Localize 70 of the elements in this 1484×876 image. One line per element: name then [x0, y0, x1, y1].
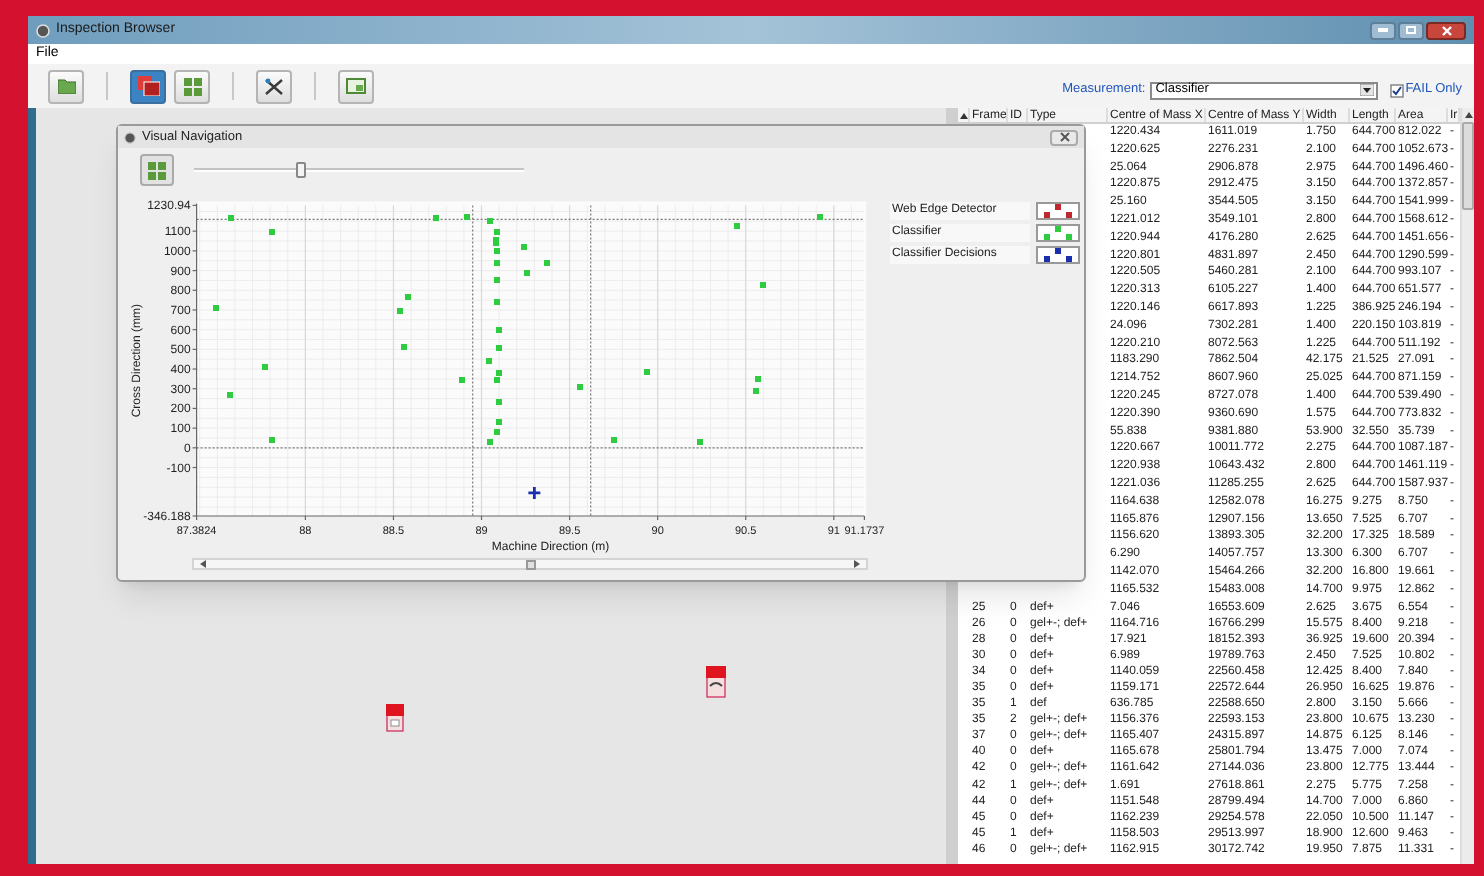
data-point — [464, 214, 471, 221]
window-icon — [346, 78, 366, 94]
checkbox[interactable] — [1389, 83, 1404, 97]
data-point — [526, 485, 542, 501]
data-point — [228, 215, 235, 222]
legend-swatch[interactable] — [1036, 246, 1080, 264]
close-button[interactable] — [1050, 129, 1078, 145]
data-point — [459, 377, 466, 384]
close-button[interactable] — [1426, 21, 1466, 39]
data-point — [577, 384, 584, 391]
grid-view-button[interactable] — [140, 154, 174, 186]
data-point — [494, 429, 501, 436]
data-point — [496, 399, 503, 406]
maximize-button[interactable] — [1398, 21, 1424, 39]
sort-arrow-icon[interactable] — [959, 111, 967, 119]
document-icon[interactable] — [706, 666, 726, 698]
data-point — [261, 363, 268, 370]
data-point — [753, 387, 760, 394]
data-point — [496, 326, 503, 333]
data-point — [755, 375, 762, 382]
data-point — [496, 419, 503, 426]
data-point — [520, 243, 527, 250]
data-point — [696, 439, 703, 446]
scroll-left-icon[interactable] — [200, 560, 206, 568]
scrollbar-thumb[interactable] — [525, 559, 535, 569]
data-point — [397, 307, 404, 314]
data-point — [496, 345, 503, 352]
data-point — [404, 294, 411, 301]
data-point — [524, 270, 531, 277]
folder-icon — [57, 78, 75, 94]
data-point — [494, 299, 501, 306]
minimize-icon — [1378, 28, 1388, 32]
horizontal-scrollbar[interactable] — [192, 558, 868, 570]
scroll-right-icon[interactable] — [854, 560, 860, 568]
data-point — [487, 218, 494, 225]
data-point — [644, 369, 651, 376]
crossed-tools-icon — [264, 77, 284, 95]
data-point — [268, 229, 275, 236]
app-icon — [36, 23, 50, 37]
image-stack-icon — [137, 76, 159, 96]
data-point — [760, 281, 767, 288]
data-point — [212, 305, 219, 312]
data-point — [610, 436, 617, 443]
data-point — [401, 344, 407, 351]
grid-icon — [183, 77, 201, 95]
data-point — [494, 276, 501, 283]
data-point — [432, 215, 439, 222]
close-icon — [1059, 132, 1069, 142]
close-icon — [1441, 25, 1451, 35]
toolbar-button[interactable] — [256, 69, 292, 103]
data-point — [226, 392, 233, 399]
data-point — [494, 259, 501, 266]
data-point — [485, 357, 492, 364]
maximize-icon — [1406, 26, 1416, 34]
data-point — [268, 437, 275, 444]
toolbar-button[interactable] — [130, 69, 166, 103]
document-icon[interactable] — [386, 704, 404, 732]
data-point — [543, 259, 550, 266]
app-icon — [124, 131, 136, 143]
grid-icon — [148, 161, 166, 179]
legend-swatch[interactable] — [1036, 224, 1080, 242]
scrollbar[interactable] — [1460, 108, 1474, 864]
data-point — [733, 222, 740, 229]
data-point — [816, 214, 823, 221]
slider-thumb[interactable] — [296, 162, 307, 178]
scrollbar-thumb[interactable] — [1462, 122, 1474, 210]
minimize-button[interactable] — [1370, 21, 1396, 39]
dropdown-arrow-icon — [1359, 84, 1374, 96]
data-point — [487, 439, 494, 446]
legend-swatch[interactable] — [1036, 202, 1080, 220]
